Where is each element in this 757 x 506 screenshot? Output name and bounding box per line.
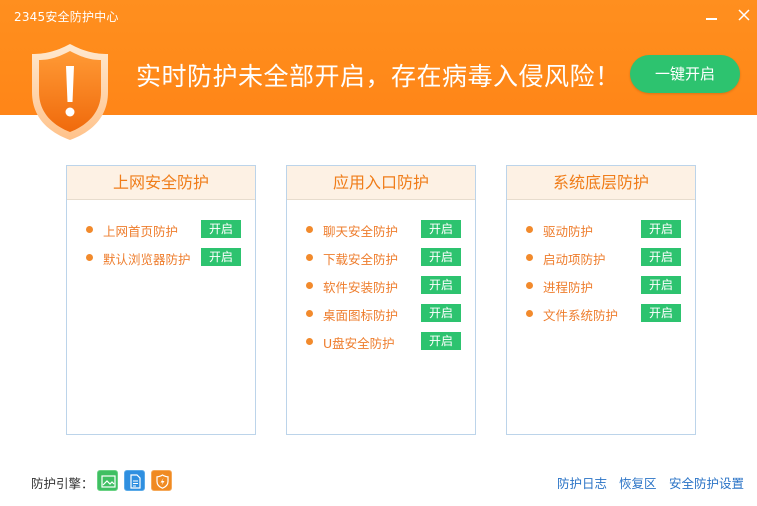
- enable-button[interactable]: 开启: [641, 248, 681, 266]
- bullet-icon: [526, 310, 533, 317]
- warning-shield-icon: [30, 42, 110, 142]
- bullet-icon: [306, 282, 313, 289]
- bullet-icon: [526, 254, 533, 261]
- app-title: 2345安全防护中心: [14, 10, 119, 24]
- list-item: U盘安全防护 开启: [287, 330, 475, 358]
- enable-button[interactable]: 开启: [421, 220, 461, 238]
- security-settings-link[interactable]: 安全防护设置: [669, 473, 744, 492]
- item-label: 默认浏览器防护: [103, 252, 191, 267]
- enable-button[interactable]: 开启: [641, 276, 681, 294]
- enable-button[interactable]: 开启: [641, 220, 681, 238]
- enable-button[interactable]: 开启: [641, 304, 681, 322]
- panel-title: 应用入口防护: [287, 166, 475, 200]
- bullet-icon: [86, 226, 93, 233]
- list-item: 启动项防护 开启: [507, 246, 695, 274]
- list-item: 驱动防护 开启: [507, 218, 695, 246]
- bullet-icon: [306, 310, 313, 317]
- panel-system-core: 系统底层防护 驱动防护 开启 启动项防护 开启 进程防护 开启 文件系统防护 开…: [506, 165, 696, 435]
- header-banner: 2345安全防护中心 实时防护未全部开启，存在病毒入侵风险！ 一键开启: [0, 0, 757, 140]
- bullet-icon: [306, 338, 313, 345]
- bullet-icon: [306, 254, 313, 261]
- list-item: 下载安全防护 开启: [287, 246, 475, 274]
- bullet-icon: [526, 226, 533, 233]
- enable-button[interactable]: 开启: [421, 304, 461, 322]
- list-item: 上网首页防护 开启: [67, 218, 255, 246]
- item-label: 下载安全防护: [323, 252, 399, 267]
- restore-area-link[interactable]: 恢复区: [619, 473, 657, 492]
- list-item: 进程防护 开启: [507, 274, 695, 302]
- item-label: 上网首页防护: [103, 224, 179, 239]
- shield-engine-icon[interactable]: [151, 470, 172, 491]
- enable-button[interactable]: 开启: [421, 332, 461, 350]
- enable-button[interactable]: 开启: [421, 276, 461, 294]
- item-label: 软件安装防护: [323, 280, 399, 295]
- security-center-window: 2345安全防护中心 实时防护未全部开启，存在病毒入侵风险！ 一键开启 上网安全…: [0, 0, 757, 506]
- item-label: 桌面图标防护: [323, 308, 399, 323]
- panel-app-entry: 应用入口防护 聊天安全防护 开启 下载安全防护 开启 软件安装防护 开启 桌面图…: [286, 165, 476, 435]
- panel-title: 上网安全防护: [67, 166, 255, 200]
- minimize-icon[interactable]: [700, 4, 722, 26]
- warning-headline: 实时防护未全部开启，存在病毒入侵风险！: [136, 62, 621, 91]
- item-label: 文件系统防护: [543, 308, 619, 323]
- engine-label: 防护引擎：: [31, 476, 94, 491]
- panel-title: 系统底层防护: [507, 166, 695, 200]
- panel-web-security: 上网安全防护 上网首页防护 开启 默认浏览器防护 开启: [66, 165, 256, 435]
- bullet-icon: [526, 282, 533, 289]
- list-item: 桌面图标防护 开启: [287, 302, 475, 330]
- close-icon[interactable]: [733, 4, 755, 26]
- enable-button[interactable]: 开启: [201, 220, 241, 238]
- enable-all-button[interactable]: 一键开启: [630, 55, 740, 93]
- item-label: 聊天安全防护: [323, 224, 399, 239]
- item-label: 进程防护: [543, 280, 594, 295]
- enable-button[interactable]: 开启: [421, 248, 461, 266]
- image-engine-icon[interactable]: [97, 470, 118, 491]
- document-engine-icon[interactable]: [124, 470, 145, 491]
- item-label: 驱动防护: [543, 224, 594, 239]
- list-item: 默认浏览器防护 开启: [67, 246, 255, 274]
- list-item: 文件系统防护 开启: [507, 302, 695, 330]
- bullet-icon: [306, 226, 313, 233]
- list-item: 软件安装防护 开启: [287, 274, 475, 302]
- bullet-icon: [86, 254, 93, 261]
- protection-log-link[interactable]: 防护日志: [557, 473, 607, 492]
- list-item: 聊天安全防护 开启: [287, 218, 475, 246]
- item-label: 启动项防护: [543, 252, 606, 267]
- item-label: U盘安全防护: [323, 336, 395, 351]
- enable-button[interactable]: 开启: [201, 248, 241, 266]
